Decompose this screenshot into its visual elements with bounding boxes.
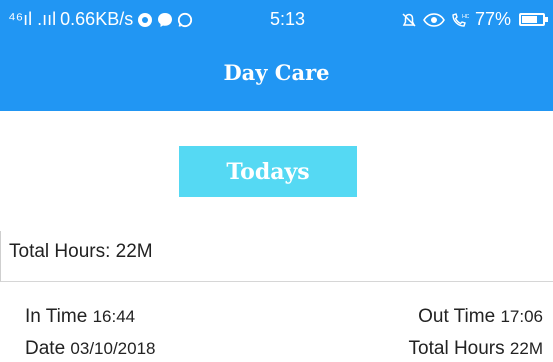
out-time-row: Out Time 17:06 xyxy=(418,306,543,328)
status-left: ⁴⁶ıl .ııl 0.66KB/s xyxy=(8,9,193,30)
page-title: Day Care xyxy=(223,60,330,85)
svg-text:HD: HD xyxy=(462,14,469,20)
todays-button[interactable]: Todays xyxy=(179,146,357,197)
eye-icon xyxy=(423,12,445,27)
battery-percent: 77% xyxy=(474,9,511,29)
network-speed: 0.66KB/s xyxy=(60,9,134,29)
total-hours-row: Total Hours 22M xyxy=(409,338,543,360)
app-bar: Day Care xyxy=(0,38,553,111)
date-value: 03/10/2018 xyxy=(70,339,156,358)
status-time: 5:13 xyxy=(270,9,306,29)
in-time-row: In Time 16:44 xyxy=(25,306,135,328)
out-time-value: 17:06 xyxy=(500,307,543,326)
total-hours-summary: Total Hours: 22M xyxy=(0,231,553,282)
chrome-icon xyxy=(138,12,153,27)
whatsapp-icon xyxy=(178,12,193,27)
total-hours-summary-text: Total Hours: 22M xyxy=(9,241,153,262)
out-time-label: Out Time xyxy=(418,306,496,327)
status-bar: ⁴⁶ıl .ııl 0.66KB/s 5:13 HD 77% xyxy=(0,0,553,38)
date-label: Date xyxy=(25,338,66,359)
in-time-value: 16:44 xyxy=(92,307,136,326)
in-time-label: In Time xyxy=(25,306,88,327)
alarm-icon xyxy=(402,12,416,27)
signal-icon: ⁴⁶ıl .ııl xyxy=(8,9,57,29)
battery-icon xyxy=(519,13,548,26)
status-right: HD 77% xyxy=(401,9,548,30)
messenger-icon xyxy=(158,12,173,27)
hd-call-icon: HD xyxy=(452,12,469,27)
date-row: Date 03/10/2018 xyxy=(25,338,156,360)
total-hours-label: Total Hours xyxy=(408,338,505,359)
battery-level xyxy=(522,16,537,23)
total-hours-value: 22M xyxy=(509,339,543,358)
